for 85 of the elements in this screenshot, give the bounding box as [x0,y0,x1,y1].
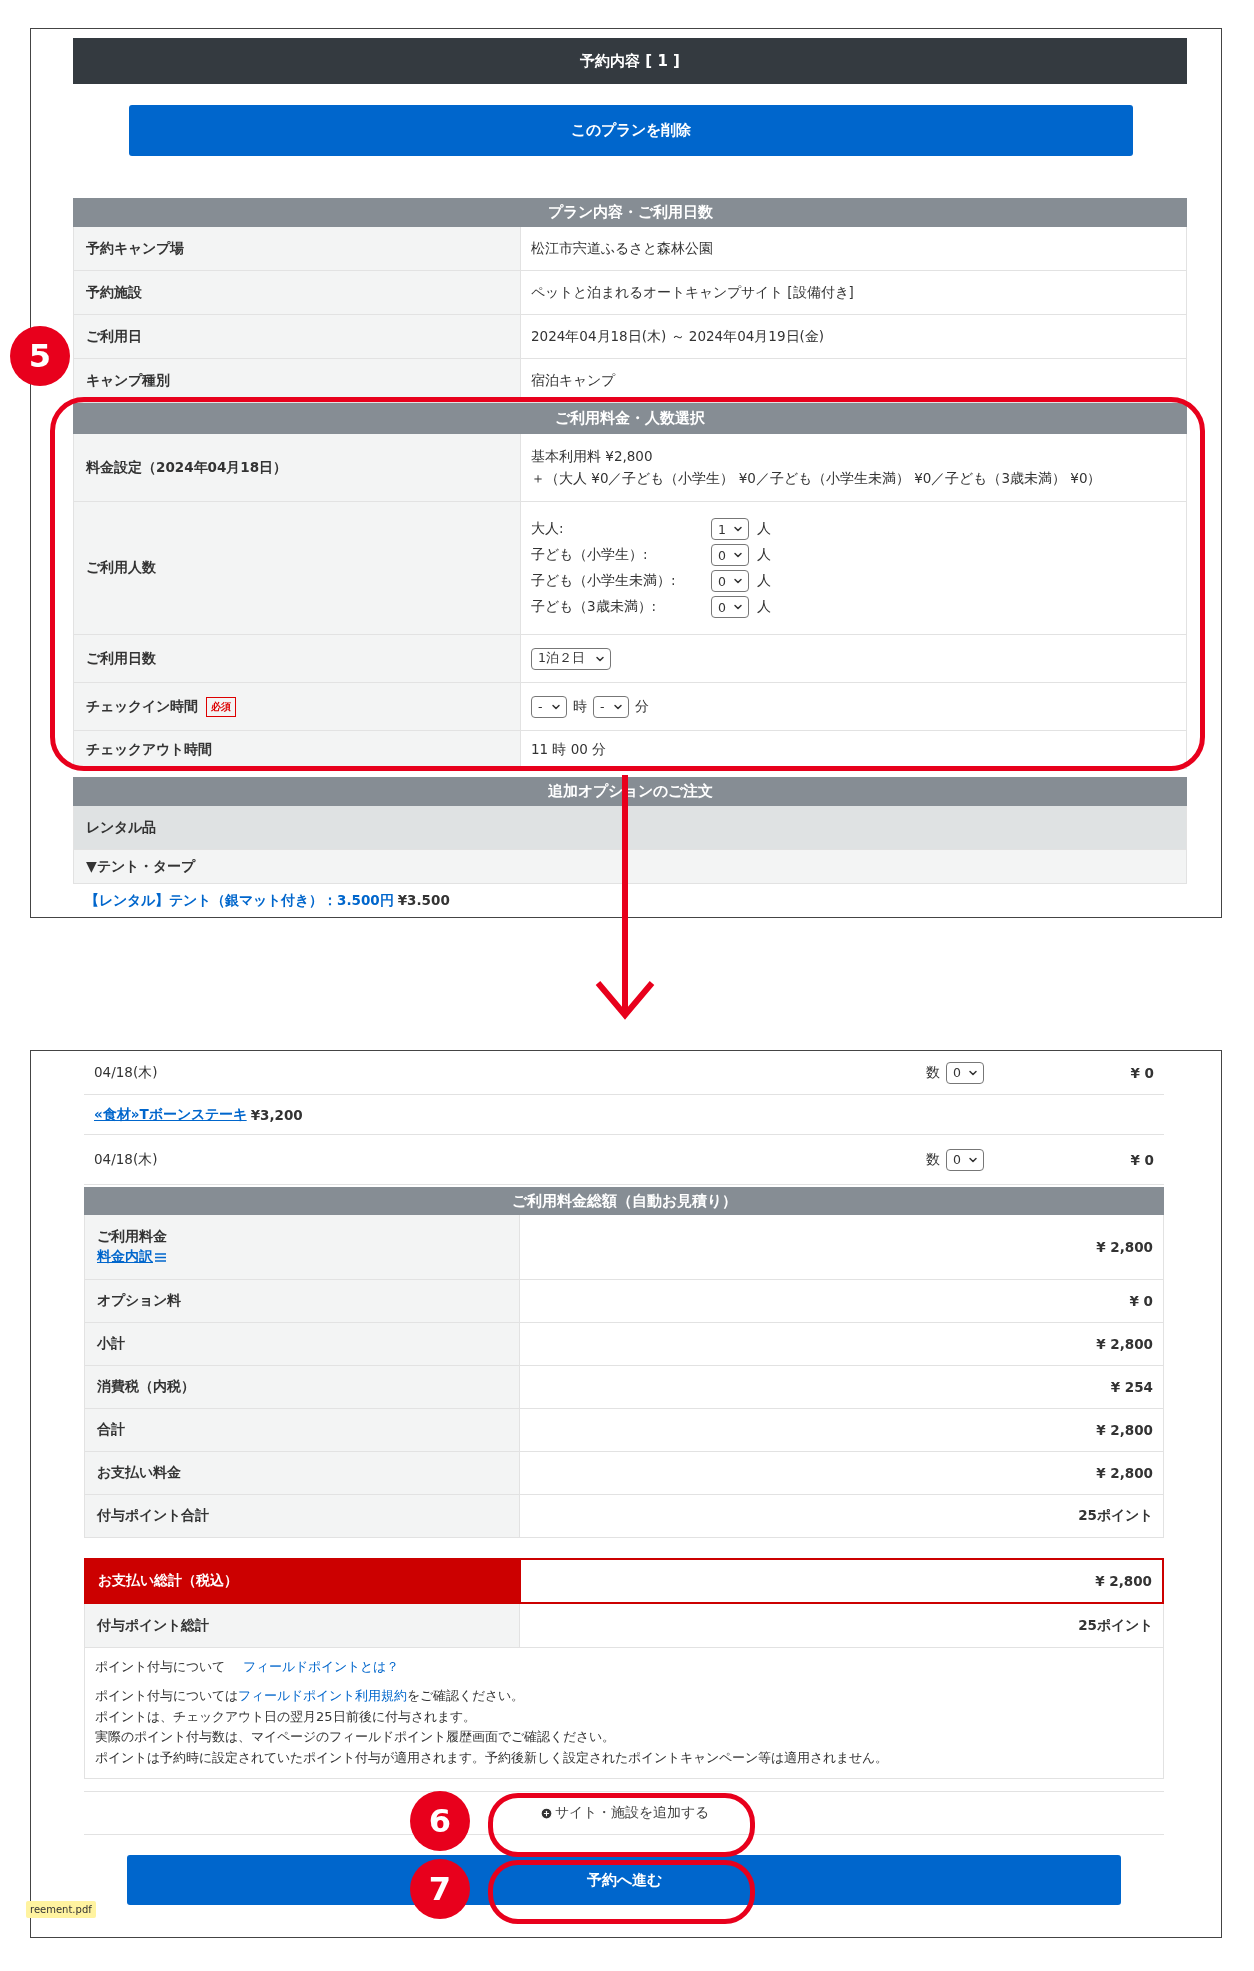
menu-icon [155,1252,166,1262]
value-text: ¥ 0 [1129,1293,1153,1309]
value-text: 宿泊キャンプ [531,371,615,390]
select-field[interactable]: - [531,695,567,718]
row-label: 予約施設 [86,283,142,302]
add-site-button[interactable]: サイト・施設を追加する [533,1803,715,1824]
row-label: チェックイン時間 [86,697,198,716]
value-text: 基本利用料 ¥2,800 [531,447,653,466]
unit-text: 人 [756,520,771,538]
date-text: 04/18(木) [94,1063,159,1082]
select-field[interactable]: 1 [711,518,749,540]
value-text: ペットと泊まれるオートキャンプサイト [設備付き] [531,283,854,302]
value-text: 25ポイント [1078,1616,1153,1635]
row-label: キャンプ種別 [86,371,170,390]
row-label: ご利用料金 [97,1228,167,1246]
row-label: 消費税（内税） [97,1378,195,1396]
note-text: 実際のポイント付与数は、マイページのフィールドポイント履歴画面でご確認ください。 [95,1728,616,1746]
item-price: ¥3,200 [250,1106,304,1123]
note-text: ポイントは、チェックアウト日の翌月25日前後に付与されます。 [95,1707,477,1726]
section-header: ご利用料金・人数選択 [73,403,1187,434]
plus-icon [539,1806,553,1820]
group-row[interactable]: ▼テント・タープ [73,850,1187,884]
value-text: ¥ 2,800 [1096,1465,1153,1481]
price-text: ¥ 0 [1129,1064,1154,1081]
row-label: 小計 [97,1335,125,1353]
download-chip: reement.pdf [26,1901,96,1918]
value-text: ¥ 2,800 [1096,1422,1153,1438]
food-item-link[interactable]: «食材»Tボーンステーキ [94,1105,247,1124]
row-label: 予約キャンプ場 [86,239,184,258]
row-label: お支払い総計（税込） [98,1572,238,1590]
fee-breakdown-link[interactable]: 料金内訳 [97,1248,153,1266]
quantity-label: 数 [926,1063,941,1082]
unit-text: 分 [635,697,649,716]
unit-text: 人 [756,546,771,564]
value-text: ＋（大人 ¥0／子ども（小学生） ¥0／子ども（小学生未満） ¥0／子ども（3歳未満） ¥0） [531,469,1102,488]
people-label: 子ども（3歳未満）: [531,598,658,616]
date-text: 04/18(木) [94,1150,159,1169]
row-label: 付与ポイント合計 [97,1507,209,1525]
row-label: ご利用人数 [86,559,156,577]
total-value: ¥ 2,800 [1095,1573,1152,1589]
select-field[interactable]: - [593,695,629,718]
people-label: 子ども（小学生）: [531,546,649,564]
select-field[interactable]: 0 [711,570,749,592]
step-number: 5 [10,326,70,386]
value-text: 2024年04月18日(木) ～ 2024年04月19日(金) [531,327,825,346]
field-point-link[interactable]: フィールドポイントとは？ [243,1658,399,1676]
row-label: ご利用日 [86,327,142,346]
row-label: オプション料 [97,1292,181,1310]
select-field[interactable]: 0 [946,1148,984,1171]
people-label: 大人: [531,520,565,538]
people-label: 子ども（小学生未満）: [531,572,677,590]
value-text: 松江市宍道ふるさと森林公園 [531,239,713,258]
quantity-label: 数 [926,1150,941,1169]
row-label: チェックアウト時間 [86,740,212,759]
terms-link[interactable]: フィールドポイント利用規約 [238,1688,407,1703]
section-header: ご利用料金総額（自動お見積り） [84,1187,1164,1215]
section-header: プラン内容・ご利用日数 [73,198,1187,227]
rental-item-link[interactable]: 【レンタル】テント（銀マット付き）：3.500円 [85,892,394,910]
select-field[interactable]: 0 [711,544,749,566]
value-text: ¥ 2,800 [1096,1336,1153,1352]
step-number: 6 [410,1791,470,1851]
notes-heading: ポイント付与について [95,1658,225,1676]
unit-text: 人 [756,572,771,590]
select-field[interactable]: 1泊２日 [531,647,611,670]
note-text: ポイント付与についてはフィールドポイント利用規約をご確認ください。 [95,1687,525,1705]
delete-plan-button[interactable]: このプランを削除 [129,105,1133,156]
row-label: 合計 [97,1421,125,1439]
required-badge: 必須 [206,696,236,717]
item-price: ¥3.500 [397,892,450,908]
row-label: 料金設定（2024年04月18日） [86,458,288,477]
value-text: 25ポイント [1078,1507,1153,1525]
unit-text: 時 [573,697,587,716]
note-text: ポイントは予約時に設定されていたポイント付与が適用されます。予約後新しく設定されたポイントキャンペーン等は適用されません。 [95,1748,889,1767]
unit-text: 人 [756,598,771,616]
category-row: レンタル品 [73,806,1187,850]
select-field[interactable]: 0 [711,596,749,618]
row-label: 付与ポイント総計 [97,1616,209,1635]
price-text: ¥ 0 [1129,1151,1154,1168]
select-field[interactable]: 0 [946,1061,984,1084]
row-label: お支払い料金 [97,1464,181,1482]
section-title-bar: 予約内容 [ 1 ] [73,38,1187,84]
value-text: ¥ 254 [1110,1379,1153,1395]
row-label: ご利用日数 [86,649,156,668]
value-text: ¥ 2,800 [1096,1239,1153,1255]
value-text: 11 時 00 分 [531,740,607,759]
